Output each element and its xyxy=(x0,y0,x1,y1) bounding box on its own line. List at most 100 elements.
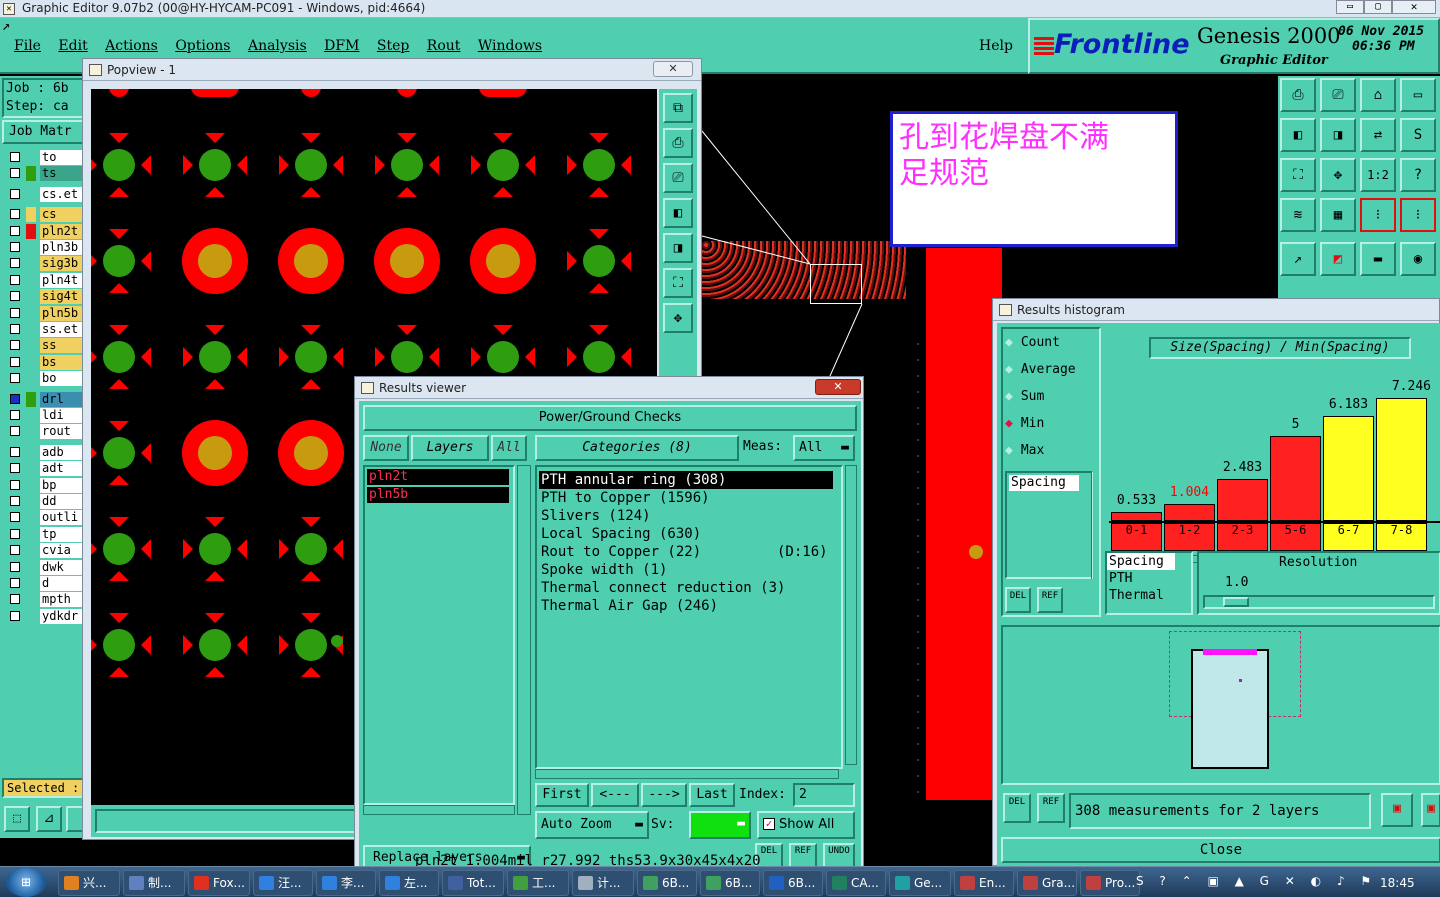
histogram-del-button-1[interactable]: DEL xyxy=(1005,587,1031,613)
histogram-option-count[interactable]: ◆ Count xyxy=(1005,335,1060,350)
layer-checkbox[interactable] xyxy=(10,528,20,539)
layer-checkbox[interactable] xyxy=(10,258,20,269)
auto-zoom-select[interactable]: Auto Zoom ▬ xyxy=(535,811,649,839)
menu-dfm[interactable]: DFM xyxy=(324,38,359,54)
last-button[interactable]: Last xyxy=(689,783,735,807)
tab-all[interactable]: All xyxy=(491,435,527,461)
menu-rout[interactable]: Rout xyxy=(427,38,461,54)
toolbar-btn-8[interactable]: S xyxy=(1400,118,1436,152)
category-item[interactable]: PTH annular ring (308) xyxy=(539,471,833,489)
layer-row[interactable]: bp xyxy=(8,477,84,493)
layer-checkbox[interactable] xyxy=(10,274,20,285)
layer-checkbox[interactable] xyxy=(10,578,20,588)
grid-icon[interactable]: ▦ xyxy=(1320,198,1356,232)
resolution-slider-thumb[interactable] xyxy=(1223,597,1249,607)
popview-close-button[interactable]: ✕ xyxy=(653,61,693,77)
layer-checkbox[interactable] xyxy=(10,393,20,404)
taskbar-item[interactable]: 工... xyxy=(507,870,569,896)
start-button[interactable]: ⊞ xyxy=(6,868,46,897)
taskbar-item[interactable]: En... xyxy=(954,870,1014,896)
spacing-list[interactable]: Spacing xyxy=(1005,471,1093,579)
popview-tool-button[interactable]: ⎙ xyxy=(663,128,693,158)
layer-row[interactable]: ss xyxy=(8,338,84,354)
taskbar-item[interactable]: Gra... xyxy=(1017,870,1077,896)
menu-actions[interactable]: Actions xyxy=(105,38,158,54)
layer-checkbox[interactable] xyxy=(10,496,20,506)
menu-help[interactable]: Help xyxy=(979,38,1013,54)
index-input[interactable]: 2 xyxy=(793,783,855,807)
taskbar-item[interactable]: 计... xyxy=(572,870,634,896)
popview-tool-button[interactable]: ⎚ xyxy=(663,163,693,193)
taskbar-item[interactable]: 6B... xyxy=(700,870,760,896)
layer-row[interactable]: to xyxy=(8,150,84,165)
resolution-slider[interactable] xyxy=(1203,595,1435,609)
histogram-ref-button-2[interactable]: REF xyxy=(1037,793,1065,823)
layers-hscrollbar[interactable] xyxy=(363,805,515,815)
histogram-tool-1[interactable]: ▣ xyxy=(1381,793,1413,827)
taskbar-item[interactable]: 6B... xyxy=(637,870,697,896)
prev-button[interactable]: <--- xyxy=(591,783,639,807)
popview-tool-button[interactable]: ⧉ xyxy=(663,93,693,123)
results-viewer-close-button[interactable]: ✕ xyxy=(815,379,861,395)
toolbar-btn-20[interactable]: ◉ xyxy=(1400,242,1436,276)
menu-edit[interactable]: Edit xyxy=(58,38,87,54)
home-icon[interactable]: ⌂ xyxy=(1360,78,1396,112)
layer-checkbox[interactable] xyxy=(10,307,20,318)
rv-layer-item[interactable]: pln2t xyxy=(367,469,509,485)
layer-row[interactable]: sig4t xyxy=(8,289,84,305)
layer-row[interactable]: dd xyxy=(8,494,84,509)
layer-checkbox[interactable] xyxy=(10,561,20,572)
categories-button[interactable]: Categories (8) xyxy=(535,435,739,461)
layer-row[interactable]: pln3b xyxy=(8,240,84,255)
layer-row[interactable]: d xyxy=(8,576,84,591)
layer-row[interactable]: rout xyxy=(8,424,84,440)
layer-checkbox[interactable] xyxy=(10,209,20,220)
categories-list[interactable]: PTH annular ring (308) PTH to Copper (159… xyxy=(535,465,843,769)
layer-row[interactable]: pln5b xyxy=(8,305,84,321)
zoom-fit-icon[interactable]: ⛶ xyxy=(1280,158,1316,192)
toolbar-btn-18[interactable]: ◩ xyxy=(1320,242,1356,276)
layer-checkbox[interactable] xyxy=(10,324,20,334)
layer-row[interactable]: ts xyxy=(8,166,84,182)
layer-checkbox[interactable] xyxy=(10,356,20,367)
spacing-list-item[interactable]: Spacing xyxy=(1009,475,1079,491)
category-item[interactable]: PTH to Copper (1596) xyxy=(539,489,833,507)
layer-checkbox[interactable] xyxy=(10,610,20,621)
menu-step[interactable]: Step xyxy=(377,38,409,54)
layer-row[interactable]: ydkdr xyxy=(8,608,84,624)
taskbar-item[interactable]: 李... xyxy=(316,870,376,896)
taskbar-item[interactable]: CA... xyxy=(826,870,886,896)
layer-row[interactable]: cvia xyxy=(8,543,84,559)
toolbar-btn-13[interactable]: ≋ xyxy=(1280,198,1316,232)
popview-tool-button[interactable]: ⛶ xyxy=(663,268,693,298)
layer-checkbox[interactable] xyxy=(10,545,20,556)
ruler-icon[interactable]: ▬ xyxy=(1360,242,1396,276)
layer-row[interactable]: dwk xyxy=(8,559,84,575)
menu-analysis[interactable]: Analysis xyxy=(248,38,307,54)
sv-select[interactable]: ▬ xyxy=(689,811,751,839)
toolbar-btn-6[interactable]: ◨ xyxy=(1320,118,1356,152)
layer-row[interactable]: outli xyxy=(8,510,84,526)
layer-checkbox[interactable] xyxy=(10,446,20,457)
next-button[interactable]: ---> xyxy=(641,783,687,807)
popview-tool-button[interactable]: ✥ xyxy=(663,303,693,333)
minimize-button[interactable]: ▭ xyxy=(1336,0,1364,14)
layer-row[interactable]: bs xyxy=(8,354,84,370)
histogram-option-average[interactable]: ◆ Average xyxy=(1005,362,1076,377)
layer-row[interactable]: drl xyxy=(8,391,84,407)
taskbar-item[interactable]: Tot... xyxy=(442,870,504,896)
popview-tool-button[interactable]: ◧ xyxy=(663,198,693,228)
job-matrix-button[interactable]: Job Matr xyxy=(2,120,84,144)
category-item[interactable]: Local Spacing (630) xyxy=(539,525,833,543)
layer-checkbox[interactable] xyxy=(10,340,20,351)
popview-tool-button[interactable]: ◨ xyxy=(663,233,693,263)
histogram-option-max[interactable]: ◆ Max xyxy=(1005,443,1044,458)
taskbar-item[interactable]: Fox... xyxy=(188,870,250,896)
layer-checkbox[interactable] xyxy=(10,594,20,605)
scale-1-2-icon[interactable]: 1:2 xyxy=(1360,158,1396,192)
close-button[interactable]: ✕ xyxy=(1392,0,1436,14)
layer-row[interactable]: mpth xyxy=(8,592,84,608)
taskbar-item[interactable]: 汪... xyxy=(253,870,313,896)
layer-checkbox[interactable] xyxy=(10,479,20,490)
layer-checkbox[interactable] xyxy=(10,242,20,252)
